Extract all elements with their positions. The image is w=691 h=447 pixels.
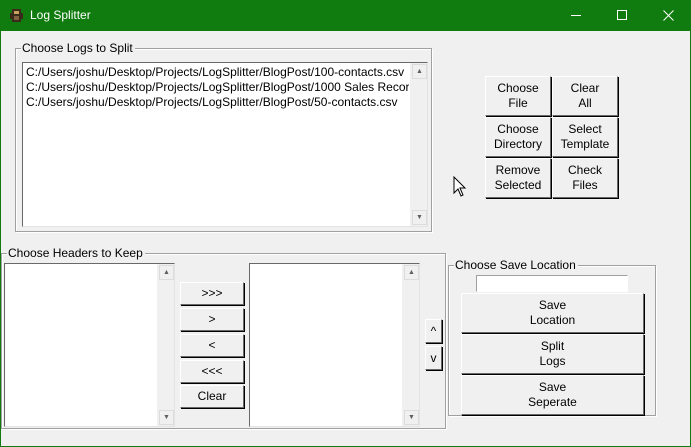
kept-headers-listbox[interactable]: ▲ ▼ [249,263,420,427]
maximize-button[interactable] [599,0,645,31]
save-location-field[interactable] [476,275,628,292]
scroll-down-icon[interactable]: ▼ [412,210,427,225]
scroll-down-icon[interactable]: ▼ [404,410,419,425]
scroll-up-icon[interactable]: ▲ [159,265,174,280]
minimize-button[interactable] [553,0,599,31]
app-icon [10,9,23,22]
select-template-button[interactable]: Select Template [552,117,618,157]
scroll-up-icon[interactable]: ▲ [412,64,427,79]
logs-list-items: C:/Users/joshu/Desktop/Projects/LogSplit… [25,65,409,110]
check-files-button[interactable]: Check Files [552,158,618,198]
move-left-button[interactable]: < [180,334,244,357]
save-separate-button[interactable]: Save Seperate [461,375,644,415]
clear-all-button[interactable]: Clear All [552,76,618,116]
save-group-legend: Choose Save Location [454,258,578,272]
save-location-button[interactable]: Save Location [461,293,644,333]
available-headers-scrollbar[interactable]: ▲ ▼ [157,264,174,426]
close-button[interactable] [645,0,691,31]
available-headers-listbox[interactable]: ▲ ▼ [4,263,175,427]
title-bar: Log Splitter [0,0,691,31]
kept-headers-scrollbar[interactable]: ▲ ▼ [402,264,419,426]
move-down-button[interactable]: v [425,346,442,370]
logs-scrollbar[interactable]: ▲ ▼ [410,63,427,226]
list-item[interactable]: C:/Users/joshu/Desktop/Projects/LogSplit… [25,65,409,80]
maximize-icon [616,10,627,20]
scroll-down-icon[interactable]: ▼ [159,410,174,425]
remove-selected-button[interactable]: Remove Selected [485,158,551,198]
choose-directory-button[interactable]: Choose Directory [485,117,551,157]
move-up-button[interactable]: ^ [425,319,442,343]
close-icon [662,10,674,21]
logs-group-legend: Choose Logs to Split [21,41,135,55]
move-all-left-button[interactable]: <<< [180,360,244,383]
move-all-right-button[interactable]: >>> [180,282,244,305]
headers-group-legend: Choose Headers to Keep [7,246,145,260]
window-title: Log Splitter [30,8,91,22]
choose-file-button[interactable]: Choose File [485,76,551,116]
list-item[interactable]: C:/Users/joshu/Desktop/Projects/LogSplit… [25,80,409,95]
move-right-button[interactable]: > [180,308,244,331]
split-logs-button[interactable]: Split Logs [461,334,644,374]
list-item[interactable]: C:/Users/joshu/Desktop/Projects/LogSplit… [25,95,409,110]
minimize-icon [570,15,581,16]
scroll-up-icon[interactable]: ▲ [404,265,419,280]
clear-headers-button[interactable]: Clear [180,385,244,408]
logs-listbox[interactable]: C:/Users/joshu/Desktop/Projects/LogSplit… [22,62,428,227]
mouse-cursor-icon [453,176,467,197]
